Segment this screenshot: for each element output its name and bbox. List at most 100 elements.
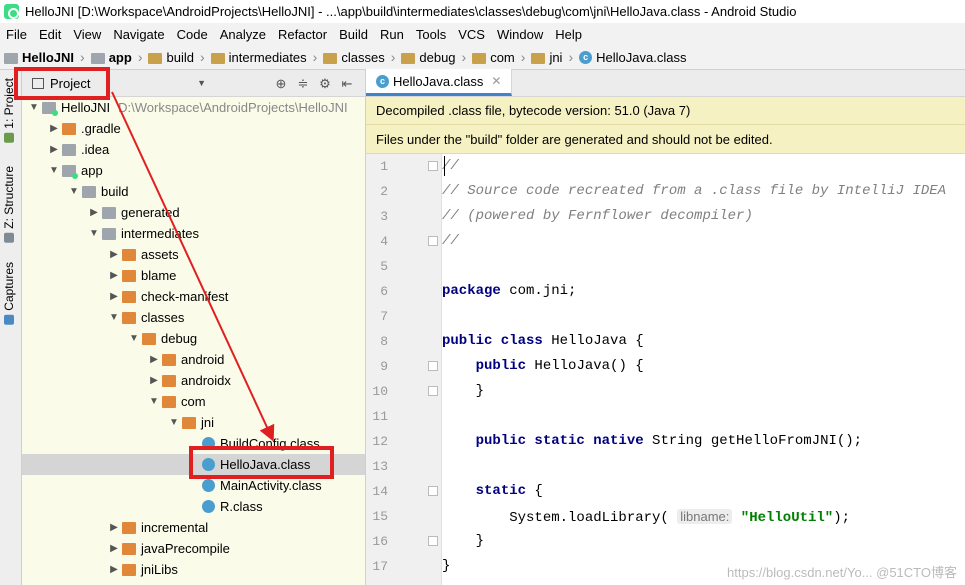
code-line: static { (475, 483, 543, 499)
tree-item[interactable]: R.class (22, 496, 365, 517)
tab-hellojava[interactable]: c HelloJava.class ✕ (366, 69, 513, 96)
menu-tools[interactable]: Tools (410, 27, 452, 42)
fold-icon[interactable] (428, 486, 438, 496)
tree-item-label: android (181, 352, 225, 367)
breadcrumb-label: classes (341, 49, 385, 65)
menu-help[interactable]: Help (549, 27, 588, 42)
tree-item[interactable]: ▶ jniLibs (22, 559, 365, 580)
menu-navigate[interactable]: Navigate (107, 27, 170, 42)
tree-item-label: classes (141, 310, 185, 325)
menu-run[interactable]: Run (374, 27, 410, 42)
menu-build[interactable]: Build (333, 27, 374, 42)
chevron-right-icon[interactable]: ▶ (46, 123, 62, 134)
chevron-right-icon[interactable]: ▶ (146, 354, 162, 365)
tree-item[interactable]: ▶ .gradle (22, 118, 365, 139)
tree-item[interactable]: ▼ classes (22, 307, 365, 328)
tree-item[interactable]: ▼ debug (22, 328, 365, 349)
tab-captures-label: Captures (2, 262, 16, 311)
chevron-right-icon[interactable]: ▶ (46, 144, 62, 155)
tree-item[interactable]: ▶ androidx (22, 370, 365, 391)
menu-window[interactable]: Window (491, 27, 549, 42)
breadcrumb-label: jni (549, 49, 563, 65)
fold-icon[interactable] (428, 161, 438, 171)
breadcrumb-item-8[interactable]: c HelloJava.class (575, 45, 688, 70)
folder-icon (162, 353, 176, 366)
chevron-right-icon[interactable]: ▶ (106, 249, 122, 260)
breadcrumb-item-6[interactable]: com › (468, 45, 527, 70)
chevron-down-icon[interactable]: ▼ (166, 417, 182, 428)
tab-captures[interactable]: Captures (2, 262, 16, 329)
collapse-icon[interactable]: ≑ (292, 76, 314, 92)
breadcrumb-item-3[interactable]: intermediates › (207, 45, 320, 70)
breadcrumb-item-4[interactable]: classes › (319, 45, 397, 70)
menu-analyze[interactable]: Analyze (214, 27, 272, 42)
menu-view[interactable]: View (67, 27, 107, 42)
chevron-down-icon[interactable]: ▼ (66, 186, 82, 197)
hide-icon[interactable]: ⇤ (336, 76, 358, 92)
menu-code[interactable]: Code (171, 27, 214, 42)
fold-icon[interactable] (428, 236, 438, 246)
line-number: 6 (380, 284, 388, 299)
tree-item[interactable]: ▼ HelloJNI D:\Workspace\AndroidProjects\He… (22, 97, 365, 118)
chevron-down-icon[interactable]: ▼ (126, 333, 142, 344)
line-number: 12 (372, 434, 388, 449)
folder-icon (90, 52, 105, 64)
chevron-right-icon[interactable]: ▶ (106, 522, 122, 533)
tree-item[interactable]: ▼ com (22, 391, 365, 412)
fold-icon[interactable] (428, 536, 438, 546)
breadcrumb-label: intermediates (228, 49, 307, 65)
chevron-right-icon[interactable]: ▶ (106, 270, 122, 281)
chevron-down-icon[interactable]: ▼ (106, 312, 122, 323)
chevron-down-icon[interactable]: ▼ (26, 102, 42, 113)
folder-icon (102, 227, 116, 240)
tree-item[interactable]: ▶ android (22, 349, 365, 370)
code-area[interactable]: 1 // 2 // Source code recreated from a .cla… (366, 154, 965, 585)
chevron-right-icon: › (199, 49, 205, 65)
tree-item[interactable]: ▶ javaPrecompile (22, 538, 365, 559)
tree-item[interactable]: ▶ blame (22, 265, 365, 286)
tree-item[interactable]: ▶ generated (22, 202, 365, 223)
class-file-icon (202, 500, 215, 513)
menu-file[interactable]: File (0, 27, 33, 42)
breadcrumb-item-5[interactable]: debug › (397, 45, 468, 70)
tree-item[interactable]: ▼ jni (22, 412, 365, 433)
chevron-down-icon[interactable]: ▼ (146, 396, 162, 407)
tree-item[interactable]: ▶ .idea (22, 139, 365, 160)
breadcrumb-label: HelloJNI (22, 49, 75, 65)
tree-item[interactable]: ▼ app (22, 160, 365, 181)
locate-icon[interactable]: ⊕ (270, 76, 292, 92)
menu-edit[interactable]: Edit (33, 27, 67, 42)
code-line: public class HelloJava { (442, 333, 644, 349)
line-number: 9 (380, 359, 388, 374)
folder-icon (4, 52, 18, 64)
tree-item[interactable]: ▶ assets (22, 244, 365, 265)
breadcrumb-item-2[interactable]: build › (144, 45, 206, 70)
tree-item[interactable]: ▼ build (22, 181, 365, 202)
tree-item[interactable]: ▶ incremental (22, 517, 365, 538)
menu-refactor[interactable]: Refactor (272, 27, 333, 42)
chevron-down-icon[interactable]: ▼ (46, 165, 62, 176)
breadcrumb-item-7[interactable]: jni › (527, 45, 575, 70)
chevron-right-icon[interactable]: ▶ (146, 375, 162, 386)
breadcrumb-item-1[interactable]: app › (87, 45, 145, 70)
close-icon[interactable]: ✕ (491, 74, 501, 88)
code-line: // (442, 233, 459, 249)
tab-structure[interactable]: Z: Structure (2, 166, 16, 247)
annotation-box-project (14, 67, 110, 100)
folder-icon (401, 52, 416, 64)
chevron-right-icon[interactable]: ▶ (106, 564, 122, 575)
chevron-right-icon[interactable]: ▶ (106, 291, 122, 302)
tree-item[interactable]: ▶ check-manifest (22, 286, 365, 307)
line-number: 5 (380, 259, 388, 274)
line-number: 14 (372, 484, 388, 499)
chevron-down-icon[interactable]: ▼ (86, 228, 102, 239)
gear-icon[interactable]: ⚙ (314, 76, 336, 92)
tree-item[interactable]: ▼ intermediates (22, 223, 365, 244)
chevron-right-icon[interactable]: ▶ (86, 207, 102, 218)
chevron-right-icon[interactable]: ▶ (106, 543, 122, 554)
folder-icon (122, 269, 136, 282)
fold-icon[interactable] (428, 386, 438, 396)
menu-vcs[interactable]: VCS (452, 27, 491, 42)
breadcrumb-item-0[interactable]: HelloJNI › (0, 45, 87, 70)
fold-icon[interactable] (428, 361, 438, 371)
